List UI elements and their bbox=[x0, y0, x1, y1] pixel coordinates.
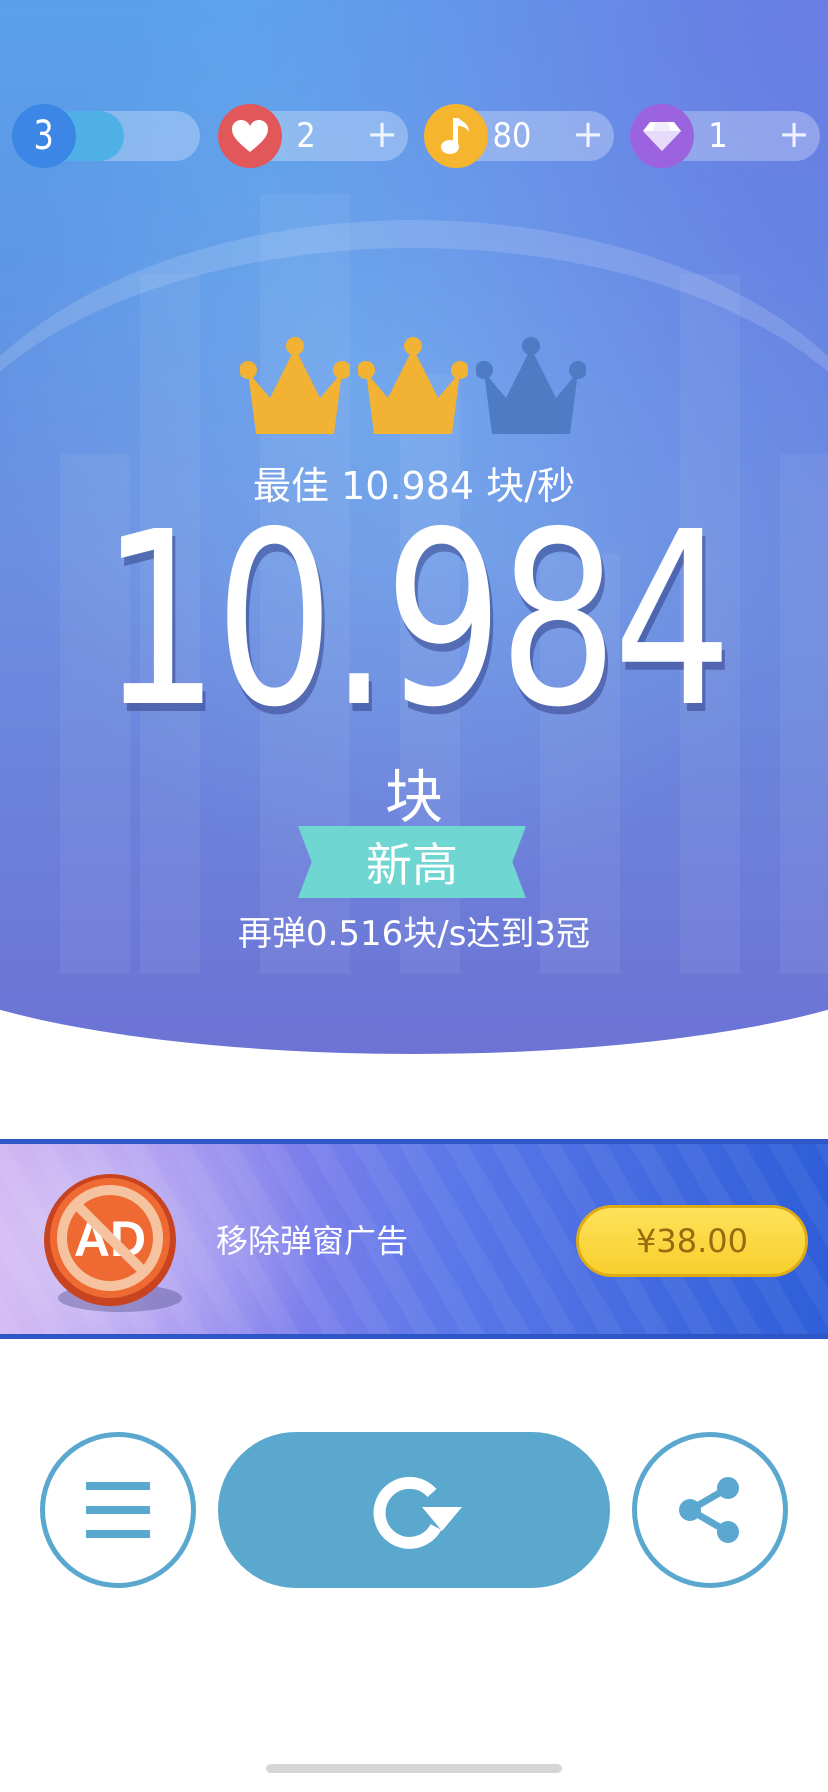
no-ads-icon: AD bbox=[44, 1174, 182, 1312]
home-indicator[interactable] bbox=[266, 1764, 562, 1773]
remove-ads-label: 移除弹窗广告 bbox=[216, 1222, 409, 1260]
diamond-icon bbox=[630, 104, 694, 168]
crown-rating bbox=[240, 334, 590, 439]
next-crown-hint: 再弹0.516块/s达到3冠 bbox=[237, 914, 591, 954]
add-notes-button[interactable]: + bbox=[568, 112, 608, 156]
share-button[interactable] bbox=[632, 1432, 788, 1588]
heart-icon bbox=[218, 104, 282, 168]
notes-value: 80 bbox=[492, 116, 532, 156]
price-label: ¥38.00 bbox=[636, 1222, 748, 1260]
new-high-label: 新高 bbox=[366, 838, 458, 892]
level-badge: 3 bbox=[12, 104, 76, 168]
score-value: 10.984 bbox=[100, 480, 733, 760]
share-icon bbox=[679, 1477, 739, 1543]
diamonds-value: 1 bbox=[708, 116, 728, 156]
remove-ads-banner[interactable]: AD 移除弹窗广告 ¥38.00 bbox=[0, 1139, 828, 1339]
replay-icon bbox=[373, 1476, 462, 1549]
menu-icon bbox=[86, 1482, 150, 1538]
add-diamonds-button[interactable]: + bbox=[774, 112, 814, 156]
replay-button[interactable] bbox=[218, 1432, 610, 1588]
buy-remove-ads-button[interactable]: ¥38.00 bbox=[576, 1205, 808, 1277]
lives-value: 2 bbox=[296, 116, 316, 156]
score-unit: 块 bbox=[384, 763, 443, 831]
crown-icon-1 bbox=[240, 337, 350, 434]
top-status-bar: 3 2 + 80 + 1 + bbox=[12, 104, 820, 168]
crown-icon-3 bbox=[476, 337, 586, 434]
crown-icon-2 bbox=[358, 337, 468, 434]
new-high-badge: 新高 bbox=[298, 826, 526, 898]
add-lives-button[interactable]: + bbox=[362, 112, 402, 156]
level-value: 3 bbox=[33, 113, 55, 159]
result-screen: 3 2 + 80 + 1 + 最佳 10.984 块/秒 10.984 块 新高… bbox=[0, 0, 828, 1792]
music-note-icon bbox=[424, 104, 488, 168]
menu-button[interactable] bbox=[40, 1432, 196, 1588]
